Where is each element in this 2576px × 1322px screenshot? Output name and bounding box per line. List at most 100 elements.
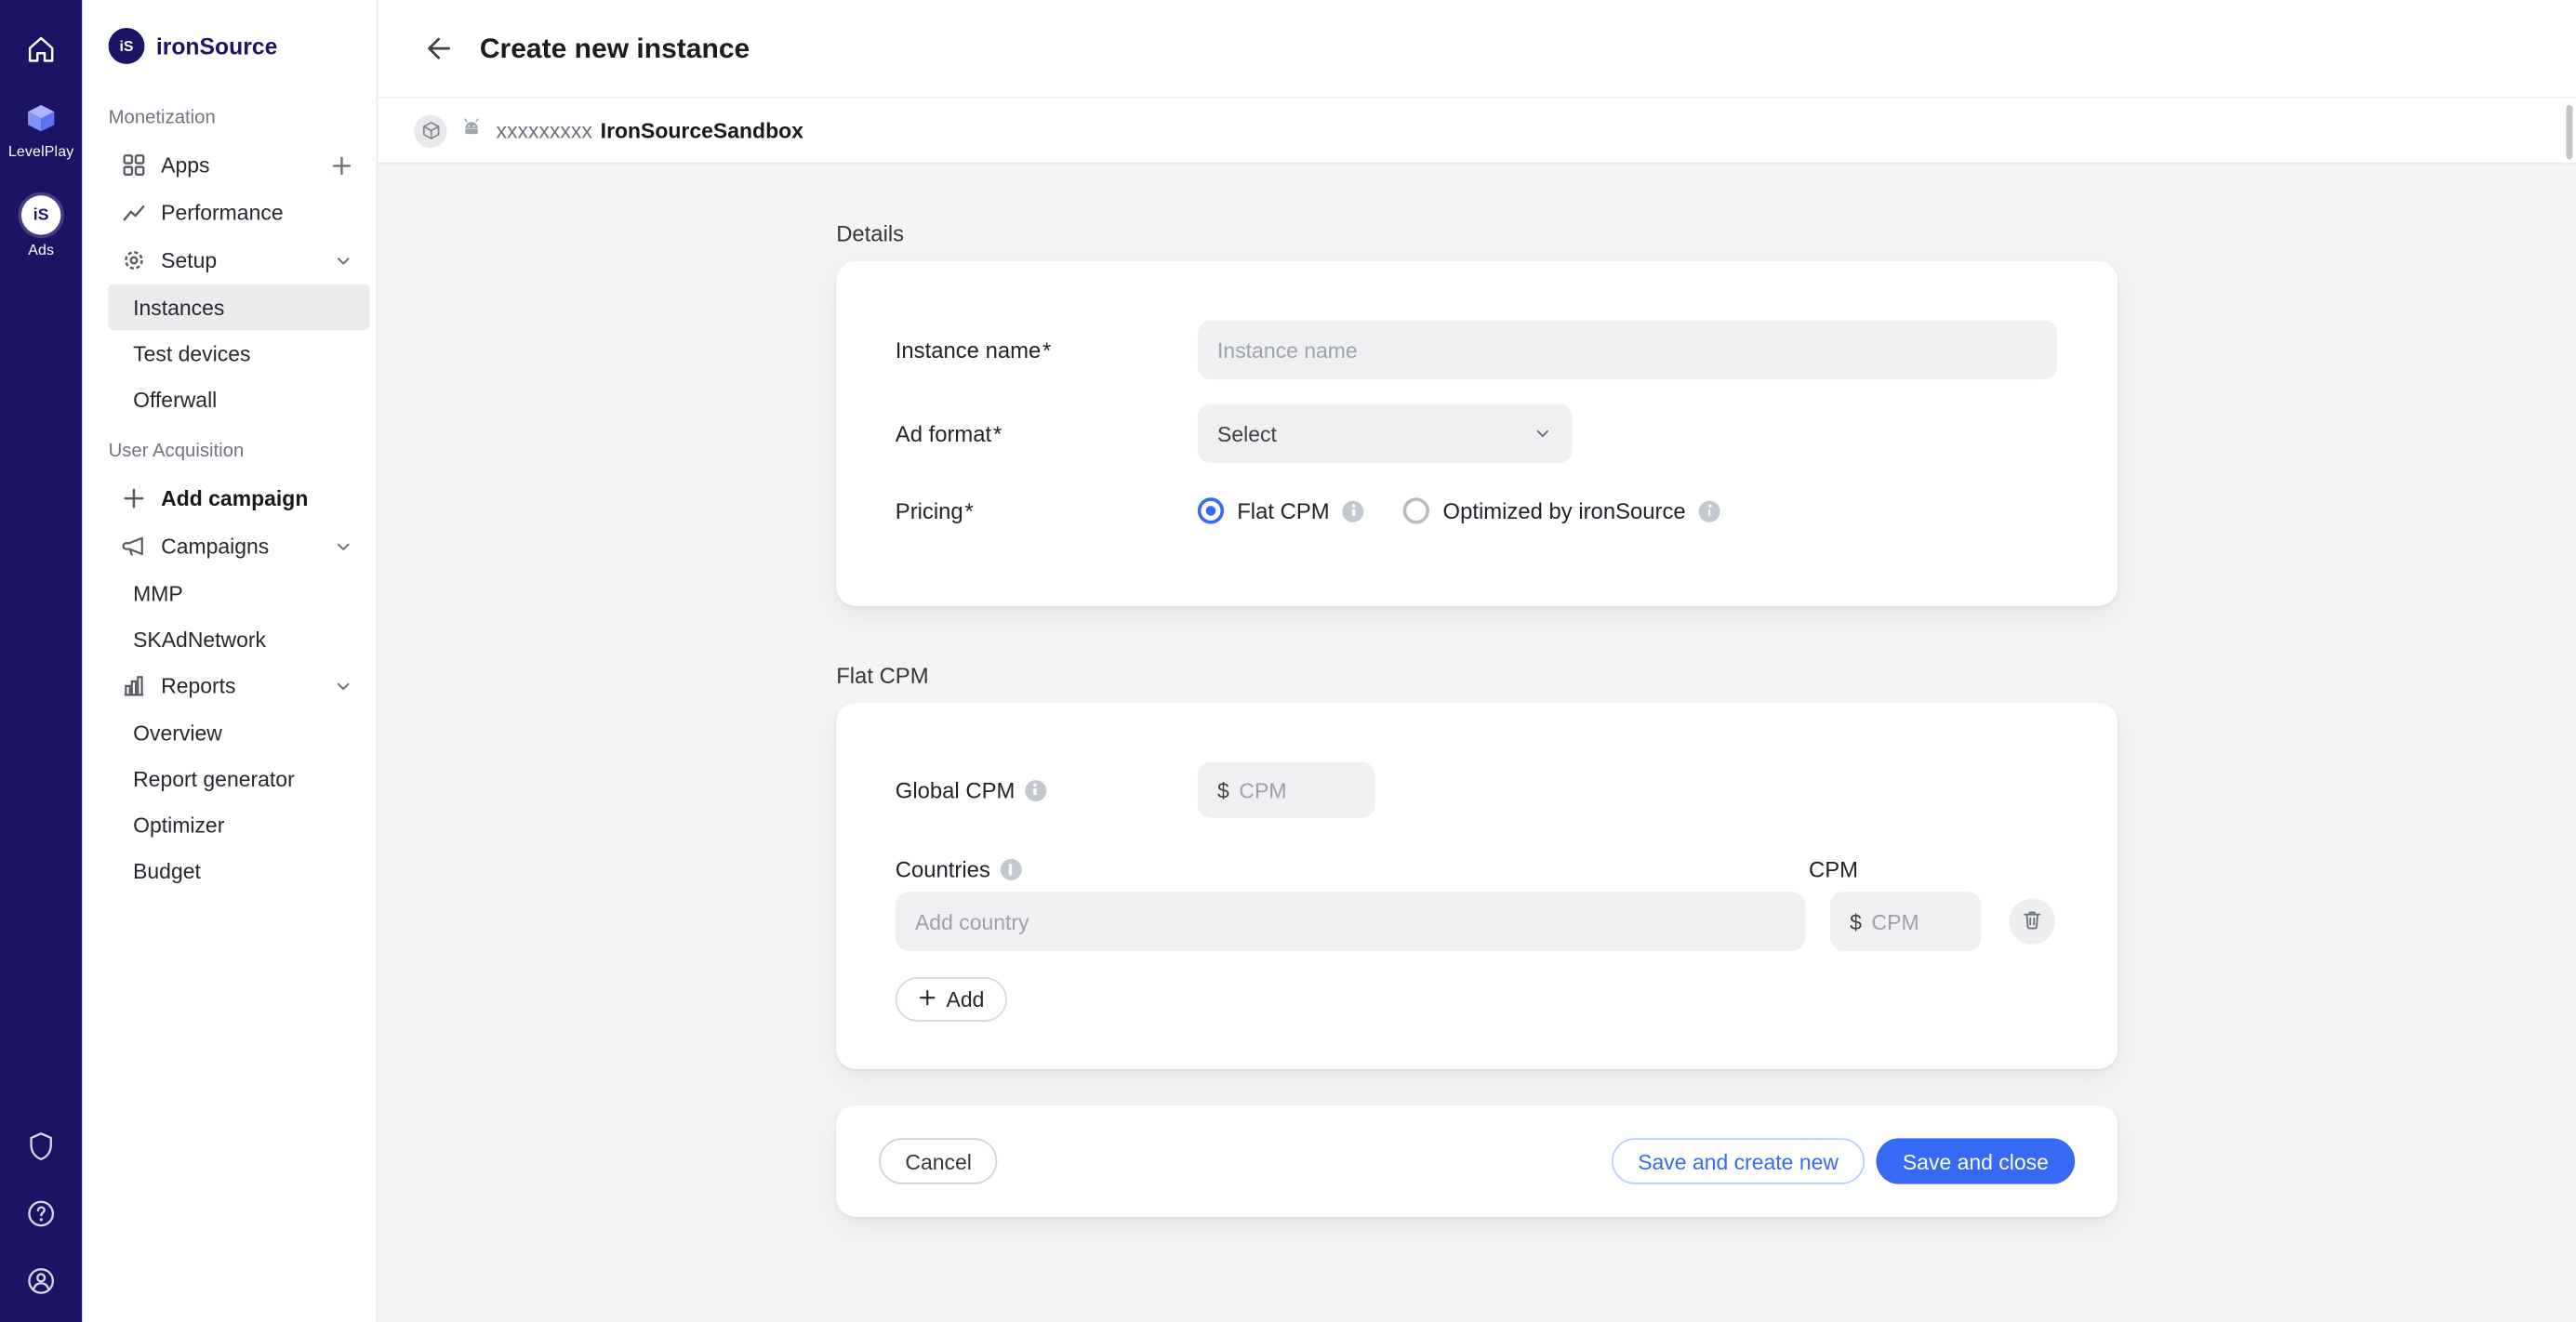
help-icon[interactable] [24, 1197, 57, 1238]
sidebar-item-mmp[interactable]: MMP [82, 570, 376, 615]
details-card: Instance name* Ad format* Select [836, 261, 2118, 606]
sidebar-item-label: SKAdNetwork [133, 627, 266, 651]
app-id: xxxxxxxxx [497, 118, 592, 142]
ironsource-logo[interactable]: iS ironSource [82, 26, 376, 65]
app-cube-icon [414, 114, 446, 147]
countries-label: Countries [896, 857, 1022, 881]
gear-icon [122, 248, 146, 272]
flat-cpm-card: Global CPM $ Countries CPM [836, 703, 2118, 1069]
radio-unselected-icon [1403, 497, 1429, 523]
sidebar-item-reports[interactable]: Reports [82, 662, 376, 709]
ironsource-ads-icon: iS [21, 195, 60, 234]
add-button-label: Add [947, 987, 985, 1011]
chevron-down-icon [334, 250, 353, 270]
sidebar-item-overview[interactable]: Overview [82, 709, 376, 755]
currency-symbol: $ [1217, 777, 1229, 801]
global-cpm-input[interactable] [1239, 777, 1355, 801]
sidebar-item-skadnetwork[interactable]: SKAdNetwork [82, 615, 376, 661]
sidebar-item-label: Test devices [133, 341, 250, 365]
sidebar-item-label: Campaigns [161, 534, 269, 558]
save-and-close-button[interactable]: Save and close [1877, 1138, 2076, 1183]
ad-format-selected-value: Select [1217, 421, 1277, 445]
details-section-label: Details [836, 221, 2118, 245]
add-country-input[interactable] [915, 909, 1786, 933]
rail-bottom [24, 1130, 57, 1305]
global-cpm-field-wrap: $ [1198, 762, 1375, 818]
form-footer: Cancel Save and create new Save and clos… [836, 1105, 2118, 1217]
sidebar-item-test-devices[interactable]: Test devices [82, 330, 376, 376]
country-field-wrap [896, 892, 1806, 951]
footer-actions: Save and create new Save and close [1612, 1138, 2075, 1183]
sidebar-item-label: Performance [161, 201, 283, 225]
global-cpm-row: Global CPM $ [896, 762, 2059, 818]
required-mark: * [993, 421, 1002, 445]
cancel-button[interactable]: Cancel [879, 1138, 998, 1183]
add-app-button[interactable] [330, 153, 353, 177]
sidebar-item-label: Add campaign [161, 486, 308, 510]
plus-icon [122, 486, 146, 510]
sidebar-item-optimizer[interactable]: Optimizer [82, 801, 376, 847]
rail-item-levelplay[interactable]: LevelPlay [8, 100, 74, 160]
instance-name-input[interactable] [1217, 337, 2038, 362]
ironsource-logo-icon: iS [109, 28, 145, 64]
currency-symbol: $ [1850, 909, 1862, 933]
info-icon[interactable] [1699, 500, 1720, 522]
app-root: LevelPlay iS Ads iS ironSource Monetizat… [0, 0, 2576, 1322]
rail-item-home[interactable] [24, 33, 57, 65]
info-icon[interactable] [1000, 859, 1021, 880]
page-header: Create new instance [378, 0, 2576, 99]
sidebar: iS ironSource Monetization Apps Performa… [82, 0, 378, 1322]
radio-label: Flat CPM [1237, 498, 1329, 522]
radio-flat-cpm[interactable]: Flat CPM [1198, 497, 1364, 523]
levelplay-cube-icon [23, 100, 60, 137]
sidebar-item-label: Apps [161, 152, 209, 177]
ad-format-row: Ad format* Select [896, 404, 2059, 464]
section-label-user-acquisition: User Acquisition [82, 442, 376, 461]
add-country-button[interactable]: Add [896, 977, 1007, 1022]
shield-icon[interactable] [24, 1130, 57, 1170]
sidebar-item-report-generator[interactable]: Report generator [82, 756, 376, 801]
pricing-row: Pricing* Flat CPM Optimized by ironSourc… [896, 497, 2059, 523]
chevron-down-icon [334, 536, 353, 556]
sidebar-item-setup[interactable]: Setup [82, 236, 376, 284]
required-mark: * [1042, 337, 1051, 362]
sidebar-item-offerwall[interactable]: Offerwall [82, 377, 376, 422]
page-title: Create new instance [480, 32, 750, 64]
sidebar-item-instances[interactable]: Instances [109, 284, 370, 330]
instance-name-field-wrap [1198, 320, 2057, 379]
country-cpm-field-wrap: $ [1830, 892, 1982, 951]
rail-levelplay-label: LevelPlay [8, 143, 74, 160]
bar-chart-icon [122, 673, 146, 697]
pricing-label: Pricing* [896, 498, 1198, 522]
section-label-monetization: Monetization [82, 109, 376, 128]
back-button[interactable] [414, 25, 459, 71]
sidebar-item-performance[interactable]: Performance [82, 189, 376, 236]
radio-label: Optimized by ironSource [1443, 498, 1686, 522]
flat-cpm-section-label: Flat CPM [836, 664, 2118, 688]
required-mark: * [964, 498, 973, 522]
sidebar-item-label: Budget [133, 858, 201, 882]
sidebar-item-add-campaign[interactable]: Add campaign [82, 475, 376, 522]
delete-row-button[interactable] [2010, 898, 2055, 944]
sidebar-item-label: Report generator [133, 766, 295, 790]
country-cpm-row: $ [896, 892, 2059, 951]
info-icon[interactable] [1025, 779, 1046, 800]
trash-icon [2021, 907, 2044, 935]
sidebar-item-apps[interactable]: Apps [82, 141, 376, 189]
save-and-create-new-button[interactable]: Save and create new [1612, 1138, 1865, 1183]
account-icon[interactable] [24, 1264, 57, 1305]
rail-item-ads[interactable]: iS Ads [21, 195, 60, 258]
info-icon[interactable] [1343, 500, 1364, 522]
ad-format-select[interactable]: Select [1198, 404, 1573, 464]
sidebar-item-label: Setup [161, 248, 217, 272]
country-cpm-input[interactable] [1872, 909, 1962, 933]
sidebar-item-budget[interactable]: Budget [82, 848, 376, 893]
sidebar-item-campaigns[interactable]: Campaigns [82, 522, 376, 570]
rail-ads-label: Ads [28, 242, 54, 258]
countries-header-row: Countries CPM [896, 857, 2059, 881]
main-area: Create new instance xxxxxxxxx IronSource… [378, 0, 2576, 1322]
vertical-scrollbar[interactable] [2566, 105, 2572, 159]
megaphone-icon [122, 534, 146, 558]
app-selector[interactable]: xxxxxxxxx IronSourceSandbox [378, 99, 2576, 165]
radio-optimized[interactable]: Optimized by ironSource [1403, 497, 1720, 523]
